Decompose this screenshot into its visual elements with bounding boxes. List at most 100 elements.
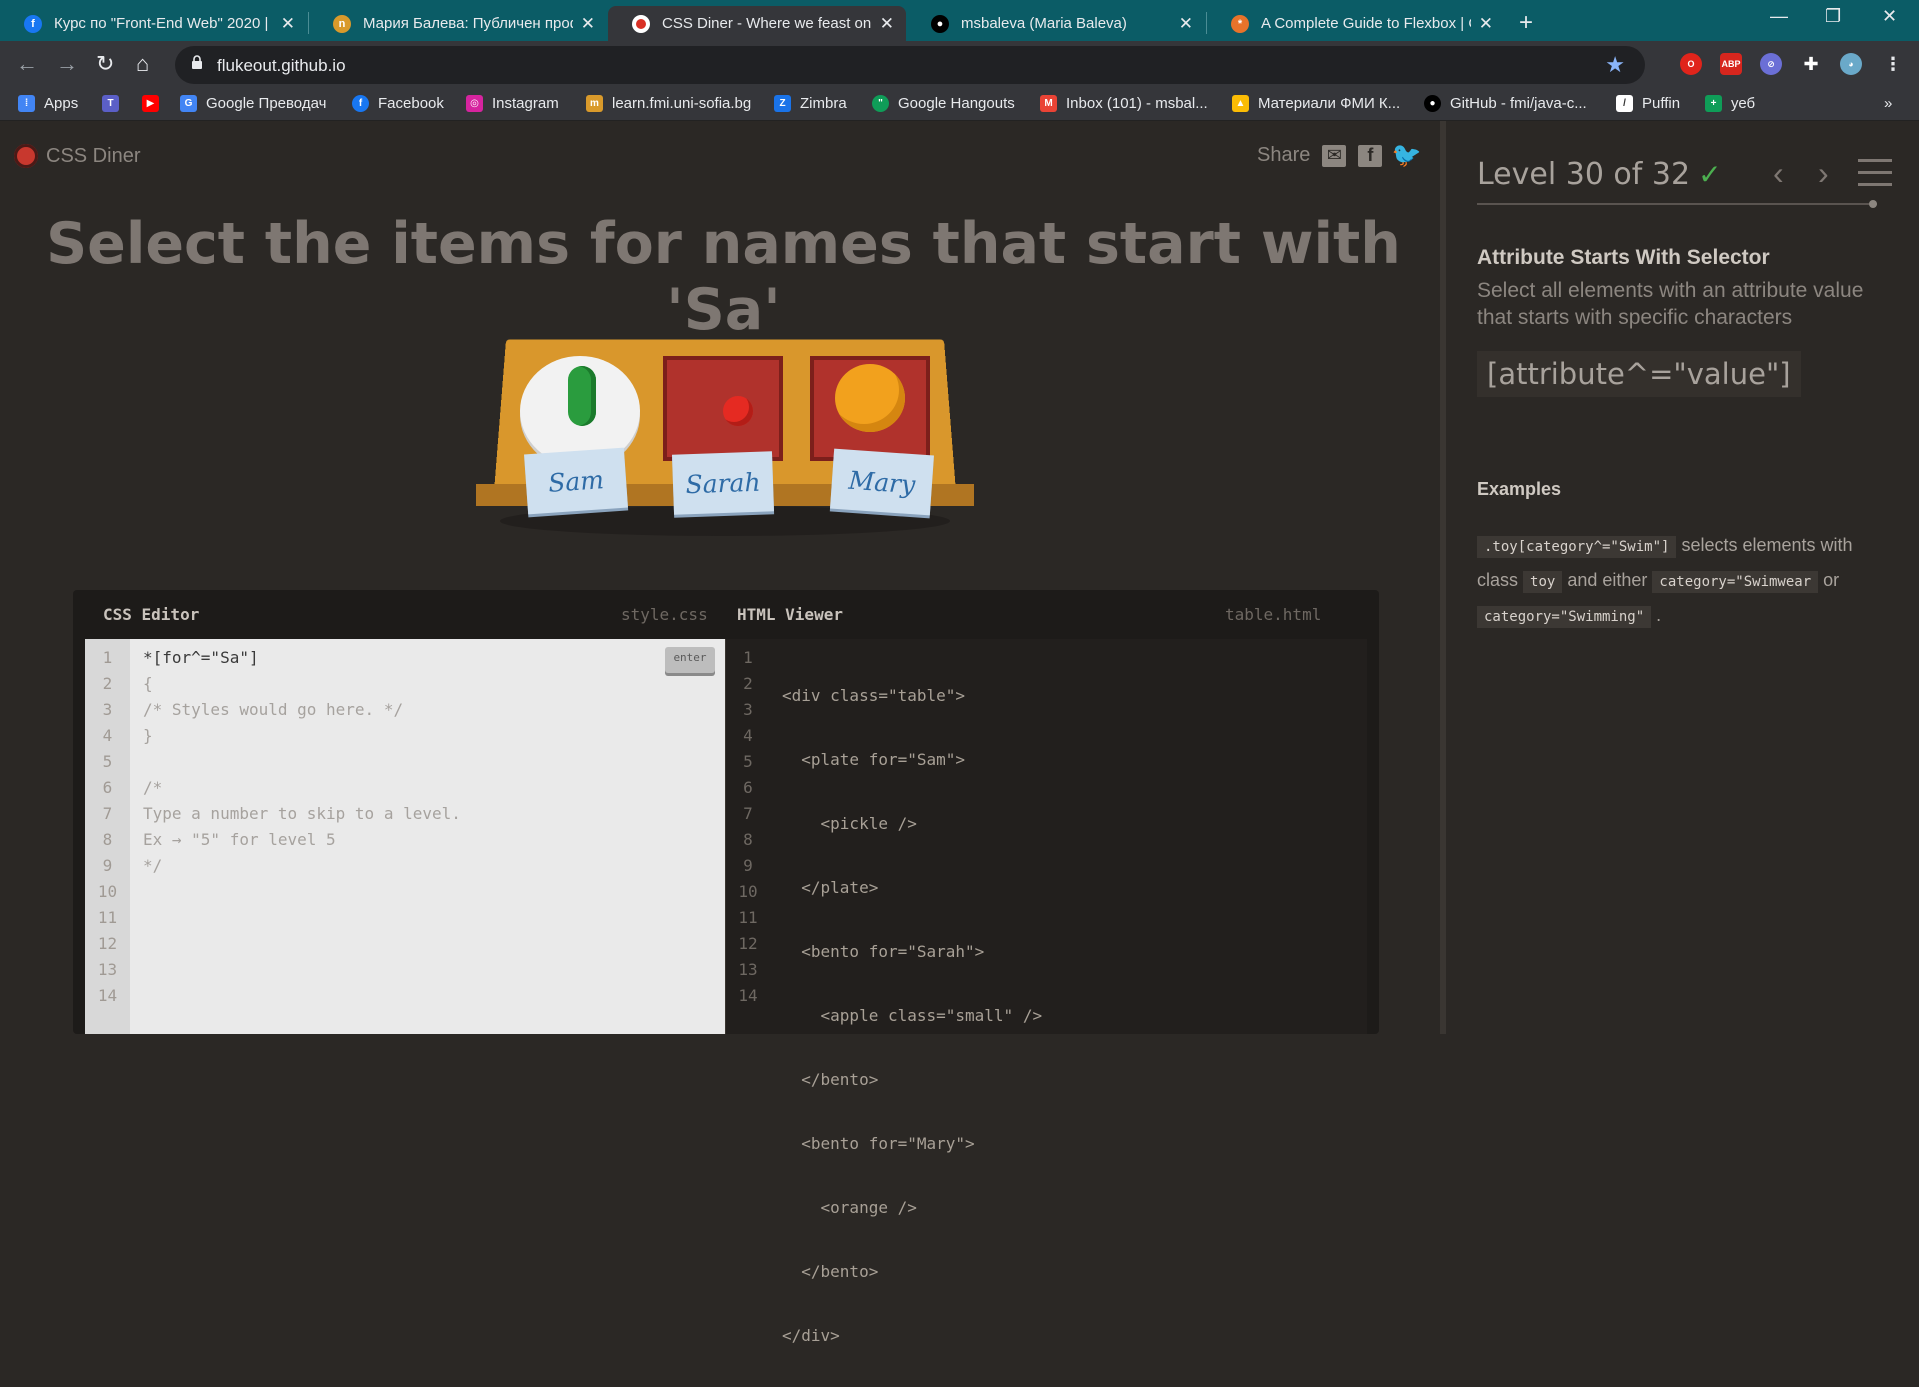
google-drive-icon: ▲ — [1232, 95, 1249, 112]
back-button[interactable]: ← — [16, 51, 38, 77]
editor-container: CSS Editor style.css HTML Viewer table.h… — [73, 590, 1379, 1345]
translate-icon: G — [180, 95, 197, 112]
bookmarks-overflow-chevron-icon[interactable]: » — [1884, 95, 1892, 112]
url-text: flukeout.github.io — [217, 56, 346, 75]
tab-github[interactable]: ● msbaleva (Maria Baleva) ✕ — [907, 6, 1205, 41]
bookmark-google-translate[interactable]: G Google Преводач — [180, 95, 326, 112]
bookmark-google-hangouts[interactable]: " Google Hangouts — [872, 95, 1015, 112]
share-bar: Share ✉ f 🐦 — [1257, 142, 1422, 169]
facebook-icon: f — [24, 14, 42, 33]
nametag-sam: Sam — [524, 447, 628, 515]
nametag-mary: Mary — [830, 448, 934, 516]
level-sidebar: Level 30 of 32 ✓ ‹ › Attribute Starts Wit… — [1450, 121, 1919, 1034]
close-icon[interactable]: ✕ — [281, 14, 295, 34]
avatar-icon[interactable]: ◕ — [1840, 53, 1862, 75]
checkmark-icon: ✓ — [1698, 158, 1722, 191]
previous-level-icon[interactable]: ‹ — [1773, 155, 1784, 192]
tab-flexbox-guide[interactable]: * A Complete Guide to Flexbox | C ✕ — [1207, 6, 1505, 41]
css-line-numbers: 1 2 3 4 5 6 7 8 9 10 11 12 13 14 — [85, 639, 130, 1034]
bookmark-zimbra[interactable]: Z Zimbra — [774, 95, 847, 112]
nametag-sarah: Sarah — [671, 451, 775, 515]
instagram-icon: ◎ — [466, 95, 483, 112]
gmail-icon: M — [1040, 95, 1057, 112]
bookmark-teams[interactable]: T — [102, 95, 128, 112]
bookmark-gmail-inbox[interactable]: M Inbox (101) - msbal... — [1040, 95, 1208, 112]
minimize-button[interactable]: — — [1770, 6, 1788, 27]
css-diner-logo[interactable]: CSS Diner — [14, 144, 140, 168]
selector-name: Attribute Starts With Selector — [1477, 246, 1770, 269]
html-line[interactable]: <plate for="Sam"> — [782, 747, 1042, 773]
close-window-button[interactable]: ✕ — [1882, 6, 1897, 27]
close-icon[interactable]: ✕ — [1179, 14, 1193, 34]
small-apple[interactable] — [723, 396, 753, 426]
example-text: .toy[category^="Swim"] selects elements … — [1477, 529, 1897, 634]
browser-toolbar: ← → ↻ ⌂ flukeout.github.io ★ O ABP ⊘ ✚ ◕… — [0, 41, 1919, 89]
home-button[interactable]: ⌂ — [136, 51, 149, 77]
bookmarks-bar: ⁞ Apps T ▶ G Google Преводач f Facebook ◎ In… — [0, 89, 1919, 121]
html-line[interactable]: <div class="table"> — [782, 683, 1042, 709]
panel-divider — [1440, 121, 1446, 1034]
css-tricks-icon: * — [1231, 14, 1249, 33]
sheets-icon: + — [1705, 95, 1722, 112]
examples-heading: Examples — [1477, 479, 1562, 499]
bookmark-facebook[interactable]: f Facebook — [352, 95, 444, 112]
html-line[interactable]: <apple class="small" /> — [782, 1003, 1043, 1029]
forward-button[interactable]: → — [56, 51, 78, 77]
html-viewer: 1 2 3 4 5 6 7 8 9 10 11 12 13 14 <div class="table"> … — [725, 639, 1367, 1345]
close-icon[interactable]: ✕ — [1479, 14, 1493, 34]
html-line[interactable]: <bento for="Sarah"> — [782, 939, 1042, 965]
moodle-icon: m — [586, 95, 603, 112]
email-icon[interactable]: ✉ — [1322, 144, 1347, 167]
twitter-icon[interactable]: 🐦 — [1391, 142, 1421, 169]
html-line[interactable]: </div> — [782, 1323, 1042, 1349]
github-icon: ● — [931, 14, 949, 33]
puzzle-icon[interactable]: ✚ — [1800, 53, 1822, 75]
level-menu-icon[interactable] — [1858, 159, 1892, 195]
bookmark-fmi-materials[interactable]: ▲ Материали ФМИ К... — [1232, 95, 1400, 112]
bookmark-youtube[interactable]: ▶ — [142, 95, 168, 112]
bookmark-learn-fmi[interactable]: m learn.fmi.uni-sofia.bg — [586, 95, 751, 112]
selector-syntax: [attribute^="value"] — [1477, 351, 1801, 397]
zimbra-icon: Z — [774, 95, 791, 112]
orange[interactable] — [835, 364, 905, 432]
html-line[interactable]: <bento for="Mary"> — [782, 1131, 1042, 1157]
bookmark-puffin[interactable]: / Puffin — [1616, 95, 1680, 112]
bookmark-github-fmi[interactable]: ● GitHub - fmi/java-c... — [1424, 95, 1587, 112]
html-line[interactable]: </plate> — [782, 875, 1042, 901]
block-icon[interactable]: ⊘ — [1760, 53, 1782, 75]
html-line[interactable]: <orange /> — [782, 1195, 1042, 1221]
level-indicator: Level 30 of 32 ✓ — [1477, 157, 1722, 192]
level-progress-bar — [1477, 200, 1877, 208]
css-selector-input[interactable]: *[for^="Sa"] — [143, 645, 461, 671]
reload-button[interactable]: ↻ — [96, 51, 114, 77]
address-bar[interactable]: flukeout.github.io ★ — [175, 46, 1645, 84]
bookmark-instagram[interactable]: ◎ Instagram — [466, 95, 559, 112]
bookmark-web[interactable]: + уеб — [1705, 95, 1755, 112]
lock-icon — [192, 55, 202, 69]
tab-softuni-profile[interactable]: n Мария Балева: Публичен профи ✕ — [309, 6, 607, 41]
close-icon[interactable]: ✕ — [581, 14, 595, 34]
dining-table: Sam Sarah Mary — [470, 336, 980, 536]
next-level-icon[interactable]: › — [1818, 155, 1829, 192]
opera-icon[interactable]: O — [1680, 53, 1702, 75]
tab-front-end-course[interactable]: f Курс по "Front-End Web" 2020 | ✕ — [0, 6, 307, 41]
close-icon[interactable]: ✕ — [880, 14, 894, 34]
level-instruction: Select the items for names that start wi… — [46, 211, 1401, 343]
html-line[interactable]: </bento> — [782, 1259, 1042, 1285]
html-line[interactable]: <pickle /> — [782, 811, 1042, 837]
tab-css-diner[interactable]: CSS Diner - Where we feast on C ✕ — [608, 6, 906, 41]
menu-icon[interactable]: ⋮ — [1882, 53, 1904, 75]
html-line-numbers: 1 2 3 4 5 6 7 8 9 10 11 12 13 14 — [738, 648, 758, 1005]
pickle[interactable] — [568, 366, 596, 426]
new-tab-button[interactable]: + — [1519, 9, 1533, 37]
css-editor: 1 2 3 4 5 6 7 8 9 10 11 12 13 14 *[for^="Sa"] { /* St… — [85, 639, 725, 1034]
bookmark-apps[interactable]: ⁞ Apps — [18, 95, 78, 112]
facebook-icon[interactable]: f — [1358, 144, 1383, 167]
html-line[interactable]: </bento> — [782, 1067, 1042, 1093]
adblock-icon[interactable]: ABP — [1720, 53, 1742, 75]
teams-icon: T — [102, 95, 119, 112]
bookmark-star-icon[interactable]: ★ — [1605, 52, 1625, 78]
hangouts-icon: " — [872, 95, 889, 112]
enter-button[interactable]: enter — [665, 647, 715, 673]
maximize-button[interactable]: ❐ — [1825, 6, 1841, 27]
